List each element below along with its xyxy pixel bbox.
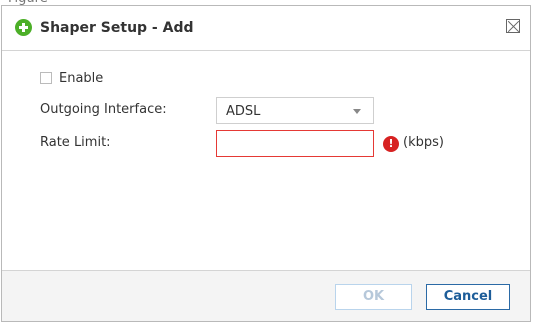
rate-limit-input[interactable] — [216, 130, 374, 157]
enable-checkbox[interactable] — [40, 72, 52, 84]
plus-circle-icon — [15, 19, 32, 36]
dialog-footer: OK Cancel — [2, 270, 530, 321]
outgoing-interface-label: Outgoing Interface: — [40, 102, 167, 117]
cancel-button[interactable]: Cancel — [426, 284, 510, 310]
dialog-header: Shaper Setup - Add — [2, 6, 530, 51]
shaper-setup-dialog: Shaper Setup - Add Enable Outgoing Inter… — [1, 5, 531, 322]
rate-limit-label: Rate Limit: — [40, 135, 111, 150]
ok-button[interactable]: OK — [335, 284, 412, 310]
rate-limit-unit: (kbps) — [403, 135, 444, 150]
chevron-down-icon — [353, 109, 361, 114]
dialog-title: Shaper Setup - Add — [40, 20, 194, 36]
exclamation-circle-icon: ! — [383, 136, 399, 152]
outgoing-interface-select[interactable]: ADSL — [216, 97, 374, 124]
enable-label: Enable — [59, 71, 104, 86]
outgoing-interface-value: ADSL — [226, 104, 261, 119]
close-icon[interactable] — [506, 19, 520, 33]
